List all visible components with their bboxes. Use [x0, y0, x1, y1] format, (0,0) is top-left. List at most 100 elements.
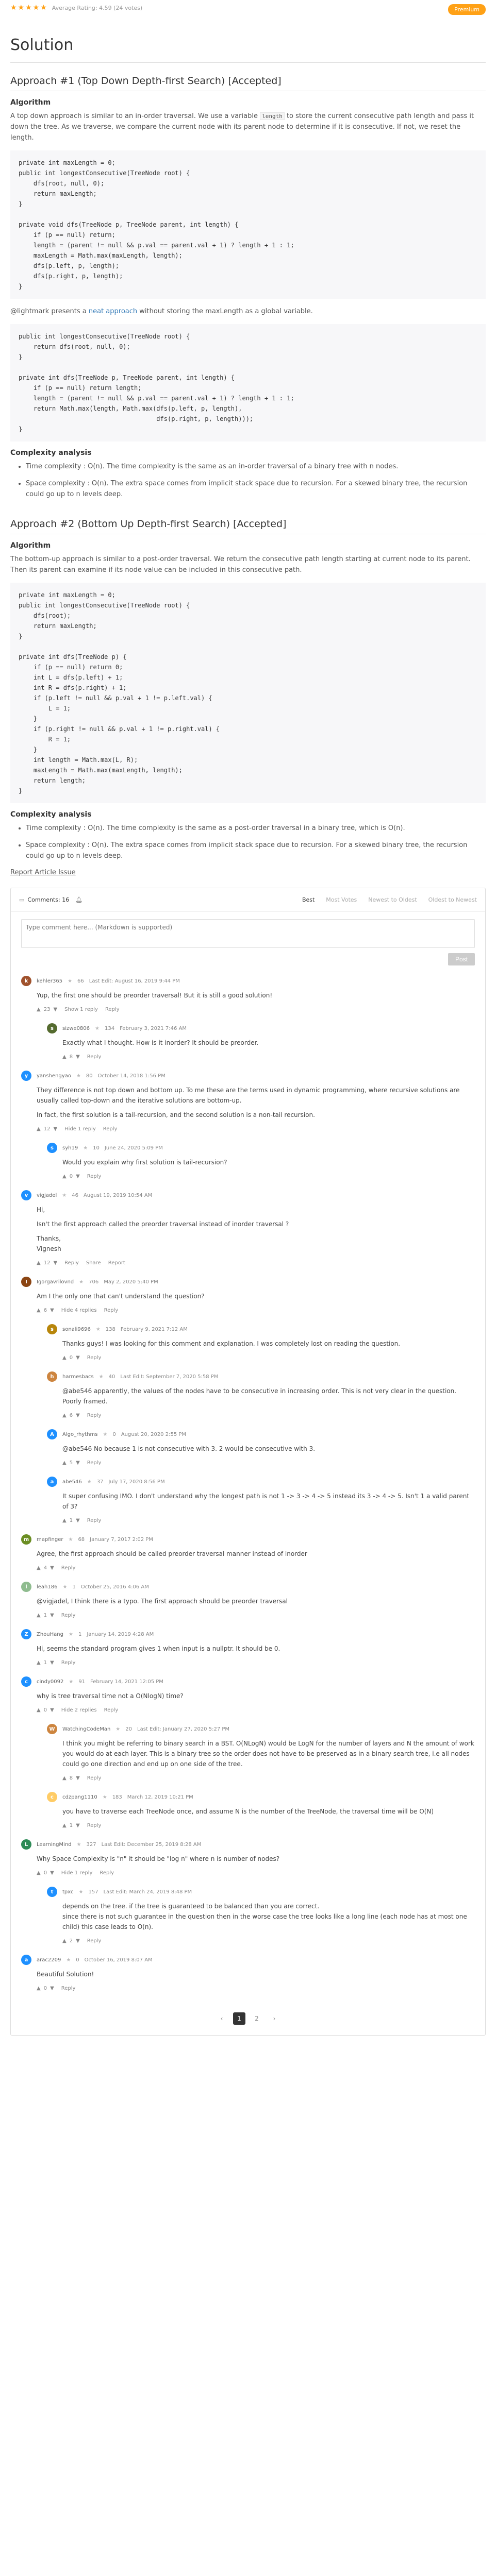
- avatar[interactable]: y: [21, 1071, 31, 1081]
- toggle-replies[interactable]: Show 1 reply: [64, 1007, 98, 1012]
- comment-action-reply[interactable]: Reply: [61, 1986, 76, 1991]
- comment-action-reply[interactable]: Reply: [104, 1308, 119, 1313]
- username[interactable]: tpxc: [62, 1889, 74, 1895]
- username[interactable]: Algo_rhythms: [62, 1432, 98, 1437]
- username[interactable]: abe546: [62, 1479, 82, 1485]
- comment-action-reply[interactable]: Reply: [104, 1707, 119, 1713]
- downvote-icon[interactable]: ▼: [50, 1613, 54, 1618]
- report-article-link[interactable]: Report Article Issue: [10, 869, 486, 876]
- downvote-icon[interactable]: ▼: [50, 1870, 54, 1876]
- next-page-button[interactable]: ›: [268, 2012, 280, 2025]
- toggle-replies[interactable]: Hide 2 replies: [61, 1707, 97, 1713]
- comment-input[interactable]: [21, 919, 475, 948]
- upvote-icon[interactable]: ▲: [37, 1565, 41, 1571]
- username[interactable]: LearningMind: [37, 1842, 72, 1848]
- avatar[interactable]: W: [47, 1724, 57, 1734]
- avatar[interactable]: s: [47, 1023, 57, 1033]
- avatar[interactable]: c: [47, 1792, 57, 1802]
- upvote-icon[interactable]: ▲: [62, 1174, 67, 1179]
- comment-action-reply[interactable]: Reply: [61, 1613, 76, 1618]
- downvote-icon[interactable]: ▼: [76, 1460, 80, 1466]
- avatar[interactable]: t: [47, 1887, 57, 1897]
- avatar[interactable]: c: [21, 1676, 31, 1687]
- avatar[interactable]: s: [47, 1324, 57, 1334]
- bell-icon[interactable]: 🔔︎: [75, 896, 82, 903]
- username[interactable]: kehler365: [37, 978, 62, 984]
- upvote-icon[interactable]: ▲: [62, 1775, 67, 1781]
- post-button[interactable]: Post: [448, 953, 475, 965]
- toggle-replies[interactable]: Hide 4 replies: [61, 1308, 97, 1313]
- comment-action-reply[interactable]: Reply: [105, 1007, 120, 1012]
- upvote-icon[interactable]: ▲: [62, 1355, 67, 1361]
- downvote-icon[interactable]: ▼: [53, 1007, 57, 1012]
- username[interactable]: cdzpang1110: [62, 1794, 97, 1800]
- username[interactable]: leah186: [37, 1584, 57, 1590]
- downvote-icon[interactable]: ▼: [53, 1126, 57, 1132]
- avatar[interactable]: L: [21, 1839, 31, 1850]
- upvote-icon[interactable]: ▲: [62, 1054, 67, 1060]
- comment-action-reply[interactable]: Reply: [61, 1565, 76, 1571]
- avatar[interactable]: Z: [21, 1629, 31, 1639]
- username[interactable]: cindy0092: [37, 1679, 63, 1685]
- upvote-icon[interactable]: ▲: [37, 1660, 41, 1666]
- username[interactable]: vigjadel: [37, 1193, 57, 1198]
- downvote-icon[interactable]: ▼: [76, 1823, 80, 1828]
- comment-action-reply[interactable]: Reply: [87, 1355, 102, 1361]
- upvote-icon[interactable]: ▲: [62, 1938, 67, 1944]
- downvote-icon[interactable]: ▼: [53, 1260, 57, 1266]
- prev-page-button[interactable]: ‹: [216, 2012, 228, 2025]
- upvote-icon[interactable]: ▲: [62, 1518, 67, 1523]
- username[interactable]: ZhouHang: [37, 1632, 63, 1637]
- downvote-icon[interactable]: ▼: [76, 1174, 80, 1179]
- downvote-icon[interactable]: ▼: [76, 1413, 80, 1418]
- avatar[interactable]: h: [47, 1371, 57, 1382]
- downvote-icon[interactable]: ▼: [50, 1308, 54, 1313]
- toggle-replies[interactable]: Hide 1 reply: [64, 1126, 96, 1132]
- premium-badge[interactable]: Premium: [448, 4, 486, 15]
- upvote-icon[interactable]: ▲: [37, 1260, 41, 1266]
- downvote-icon[interactable]: ▼: [50, 1660, 54, 1666]
- rating-stars[interactable]: ★★★★★: [10, 4, 48, 12]
- upvote-icon[interactable]: ▲: [37, 1007, 41, 1012]
- sort-oldest[interactable]: Oldest to Newest: [428, 896, 477, 903]
- upvote-icon[interactable]: ▲: [37, 1613, 41, 1618]
- avatar[interactable]: l: [21, 1582, 31, 1592]
- comment-action-reply[interactable]: Reply: [61, 1660, 76, 1666]
- comment-action-reply[interactable]: Reply: [87, 1174, 102, 1179]
- avatar[interactable]: m: [21, 1534, 31, 1545]
- sort-best[interactable]: Best: [302, 896, 315, 903]
- downvote-icon[interactable]: ▼: [76, 1938, 80, 1944]
- avatar[interactable]: a: [21, 1955, 31, 1965]
- avatar[interactable]: I: [21, 1277, 31, 1287]
- comment-action-reply[interactable]: Reply: [87, 1938, 102, 1944]
- comment-action-reply[interactable]: Reply: [100, 1870, 114, 1876]
- username[interactable]: harmesbacs: [62, 1374, 94, 1380]
- downvote-icon[interactable]: ▼: [50, 1986, 54, 1991]
- comment-action-reply[interactable]: Reply: [64, 1260, 79, 1266]
- username[interactable]: yanshengyao: [37, 1073, 71, 1079]
- avatar[interactable]: s: [47, 1143, 57, 1153]
- page-2-button[interactable]: 2: [251, 2012, 263, 2025]
- upvote-icon[interactable]: ▲: [37, 1986, 41, 1991]
- avatar[interactable]: a: [47, 1477, 57, 1487]
- upvote-icon[interactable]: ▲: [62, 1823, 67, 1828]
- downvote-icon[interactable]: ▼: [76, 1775, 80, 1781]
- toggle-replies[interactable]: Hide 1 reply: [61, 1870, 93, 1876]
- neat-approach-link[interactable]: neat approach: [89, 308, 137, 315]
- avatar[interactable]: k: [21, 976, 31, 986]
- username[interactable]: sizwe0806: [62, 1026, 90, 1031]
- username[interactable]: Igorgavrilovnd: [37, 1279, 74, 1285]
- comment-action-report[interactable]: Report: [108, 1260, 125, 1266]
- sort-most-votes[interactable]: Most Votes: [326, 896, 357, 903]
- upvote-icon[interactable]: ▲: [37, 1707, 41, 1713]
- upvote-icon[interactable]: ▲: [37, 1308, 41, 1313]
- avatar[interactable]: A: [47, 1429, 57, 1439]
- upvote-icon[interactable]: ▲: [62, 1460, 67, 1466]
- username[interactable]: sonali9696: [62, 1327, 91, 1332]
- username[interactable]: arac2209: [37, 1957, 61, 1963]
- upvote-icon[interactable]: ▲: [37, 1870, 41, 1876]
- username[interactable]: syh19: [62, 1145, 78, 1151]
- downvote-icon[interactable]: ▼: [50, 1565, 54, 1571]
- upvote-icon[interactable]: ▲: [62, 1413, 67, 1418]
- downvote-icon[interactable]: ▼: [76, 1355, 80, 1361]
